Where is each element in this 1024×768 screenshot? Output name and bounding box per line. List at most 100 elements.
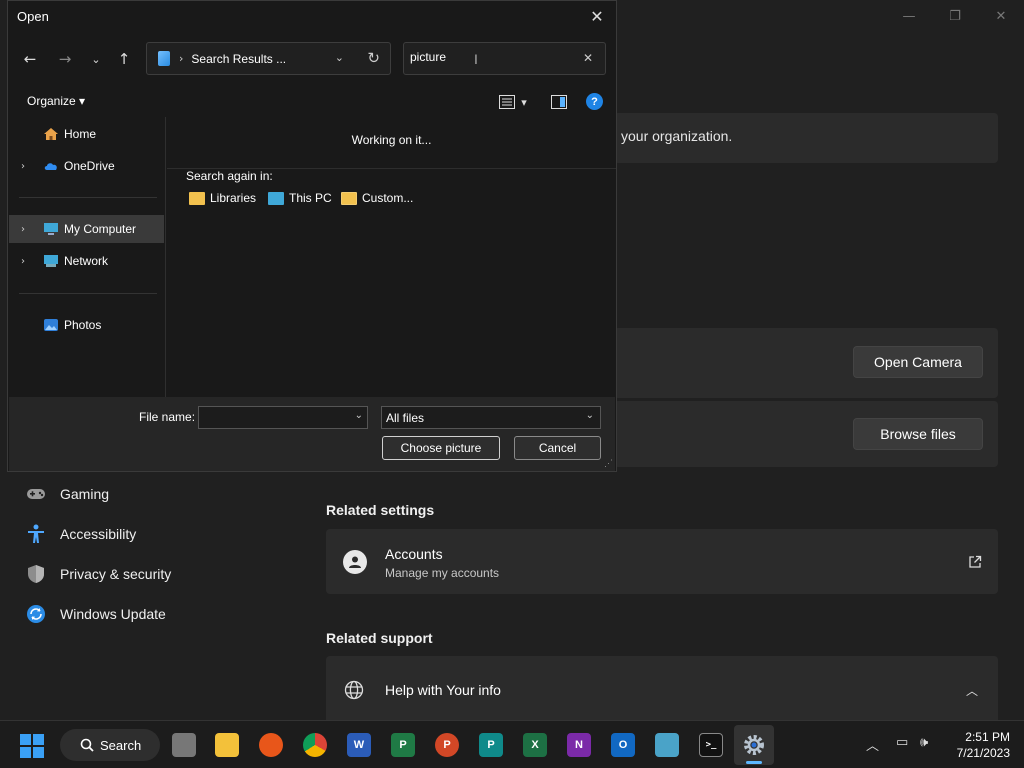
forward-icon[interactable]: → <box>53 47 77 71</box>
outlook-icon[interactable]: O <box>611 733 635 757</box>
taskbar: Search W P P P X N O >_ ︿ ▭ 🕪 2:51 PM 7/… <box>0 720 1024 768</box>
start-button[interactable] <box>20 734 44 758</box>
chevron-up-icon[interactable]: ︿ <box>866 735 879 754</box>
chrome-icon[interactable] <box>303 733 327 757</box>
powerpoint-icon[interactable]: P <box>435 733 459 757</box>
help-title: Help with Your info <box>385 682 501 698</box>
maximize-icon[interactable]: ❐ <box>932 0 978 32</box>
taskbar-search[interactable]: Search <box>60 729 160 761</box>
open-camera-button[interactable]: Open Camera <box>853 346 983 378</box>
publisher-icon[interactable]: P <box>479 733 503 757</box>
network-status-icon[interactable]: ▭ <box>896 735 908 750</box>
clock-date: 7/21/2023 <box>956 746 1010 760</box>
minimize-icon[interactable]: — <box>886 0 932 32</box>
file-type-select[interactable]: All files ⌄ <box>381 406 601 429</box>
accessibility-icon <box>26 524 46 544</box>
file-bar: File name: ⌄ All files ⌄ Choose picture … <box>9 397 615 471</box>
active-indicator <box>746 761 762 764</box>
search-again-item-label: Libraries <box>210 191 257 205</box>
globe-icon <box>344 680 364 700</box>
window-controls: — ❐ ✕ <box>886 0 1024 32</box>
custom-folder-icon <box>341 191 357 205</box>
file-name-label: File name: <box>139 410 196 424</box>
computer-icon <box>268 191 284 205</box>
onenote-icon[interactable]: N <box>567 733 591 757</box>
back-icon[interactable]: ← <box>18 47 42 71</box>
search-again-libraries[interactable]: Libraries <box>189 191 256 205</box>
cancel-button[interactable]: Cancel <box>514 436 601 460</box>
resize-grip-icon[interactable]: ⋰ <box>604 458 613 469</box>
related-settings-heading: Related settings <box>326 502 435 518</box>
recent-locations-icon[interactable]: ⌄ <box>84 47 108 71</box>
related-support-heading: Related support <box>326 630 433 646</box>
cloud-icon <box>44 163 57 170</box>
nav-item-windows-update[interactable]: Windows Update <box>26 604 166 624</box>
chevron-down-icon[interactable]: ⌄ <box>355 410 363 421</box>
nav-item-accessibility[interactable]: Accessibility <box>26 524 136 544</box>
help-icon[interactable]: ? <box>586 93 603 110</box>
navigation-pane: Home › OneDrive › My Computer › Network … <box>9 117 166 397</box>
nav-item-label: Home <box>64 127 97 141</box>
view-options-icon[interactable]: ▾ <box>495 93 531 111</box>
refresh-icon[interactable]: ↻ <box>367 49 380 67</box>
nav-item-home[interactable]: Home <box>9 120 164 148</box>
chevron-right-icon[interactable]: › <box>21 224 25 235</box>
nav-item-privacy[interactable]: Privacy & security <box>26 564 171 584</box>
word-icon[interactable]: W <box>347 733 371 757</box>
remote-desktop-icon[interactable] <box>655 733 679 757</box>
divider <box>19 293 157 294</box>
chevron-down-icon: ⌄ <box>585 410 594 421</box>
nav-item-gaming[interactable]: Gaming <box>26 484 109 504</box>
settings-gear-icon[interactable] <box>742 733 766 757</box>
nav-item-label: Network <box>64 254 109 268</box>
folder-icon <box>189 191 205 205</box>
organize-button[interactable]: Organize ▾ <box>27 94 85 108</box>
text-cursor-icon: I <box>474 51 478 67</box>
dialog-title: Open <box>17 9 49 24</box>
firefox-icon[interactable] <box>259 733 283 757</box>
nav-item-label: Accessibility <box>60 526 137 542</box>
preview-pane-icon[interactable] <box>550 93 568 111</box>
terminal-icon[interactable]: >_ <box>699 733 723 757</box>
chevron-right-icon[interactable]: › <box>21 161 25 172</box>
nav-item-network[interactable]: › Network <box>9 247 164 275</box>
close-icon[interactable]: ✕ <box>584 5 610 27</box>
home-icon <box>44 128 58 140</box>
chevron-down-icon[interactable]: ⌄ <box>335 51 344 64</box>
shield-icon <box>26 564 46 584</box>
file-type-value: All files <box>386 411 425 425</box>
clock[interactable]: 2:51 PM 7/21/2023 <box>957 729 1010 761</box>
search-input[interactable] <box>410 50 570 64</box>
search-again-item-label: Custom... <box>362 191 414 205</box>
browse-files-button[interactable]: Browse files <box>853 418 983 450</box>
nav-item-photos[interactable]: Photos <box>9 311 164 339</box>
task-view-icon[interactable] <box>172 733 196 757</box>
search-again-item-label: This PC <box>289 191 332 205</box>
clear-search-icon[interactable]: ✕ <box>583 51 593 65</box>
excel-icon[interactable]: X <box>523 733 547 757</box>
file-name-input[interactable]: ⌄ <box>198 406 368 429</box>
close-icon[interactable]: ✕ <box>978 0 1024 32</box>
project-icon[interactable]: P <box>391 733 415 757</box>
person-icon <box>343 550 367 574</box>
up-icon[interactable]: ↑ <box>112 47 136 71</box>
divider <box>19 197 157 198</box>
nav-item-my-computer[interactable]: › My Computer <box>9 215 164 243</box>
search-again-custom[interactable]: Custom... <box>341 191 413 205</box>
photos-icon <box>44 319 58 331</box>
chevron-right-icon[interactable]: › <box>21 256 25 267</box>
accounts-subtitle: Manage my accounts <box>385 566 500 580</box>
address-bar[interactable]: › Search Results ... ⌄ ↻ <box>146 42 391 75</box>
choose-picture-button[interactable]: Choose picture <box>382 436 500 460</box>
chevron-up-icon[interactable]: ︿ <box>966 682 978 699</box>
file-explorer-icon[interactable] <box>215 733 239 757</box>
volume-icon[interactable]: 🕪 <box>920 735 928 750</box>
taskbar-search-label: Search <box>100 737 142 753</box>
chevron-right-icon: › <box>179 52 184 65</box>
clock-time: 2:51 PM <box>965 730 1010 744</box>
search-again-label: Search again in: <box>186 169 273 183</box>
nav-item-onedrive[interactable]: › OneDrive <box>9 152 164 180</box>
open-external-icon <box>968 555 982 569</box>
search-again-this-pc[interactable]: This PC <box>268 191 332 205</box>
search-box[interactable]: I ✕ <box>403 42 606 75</box>
